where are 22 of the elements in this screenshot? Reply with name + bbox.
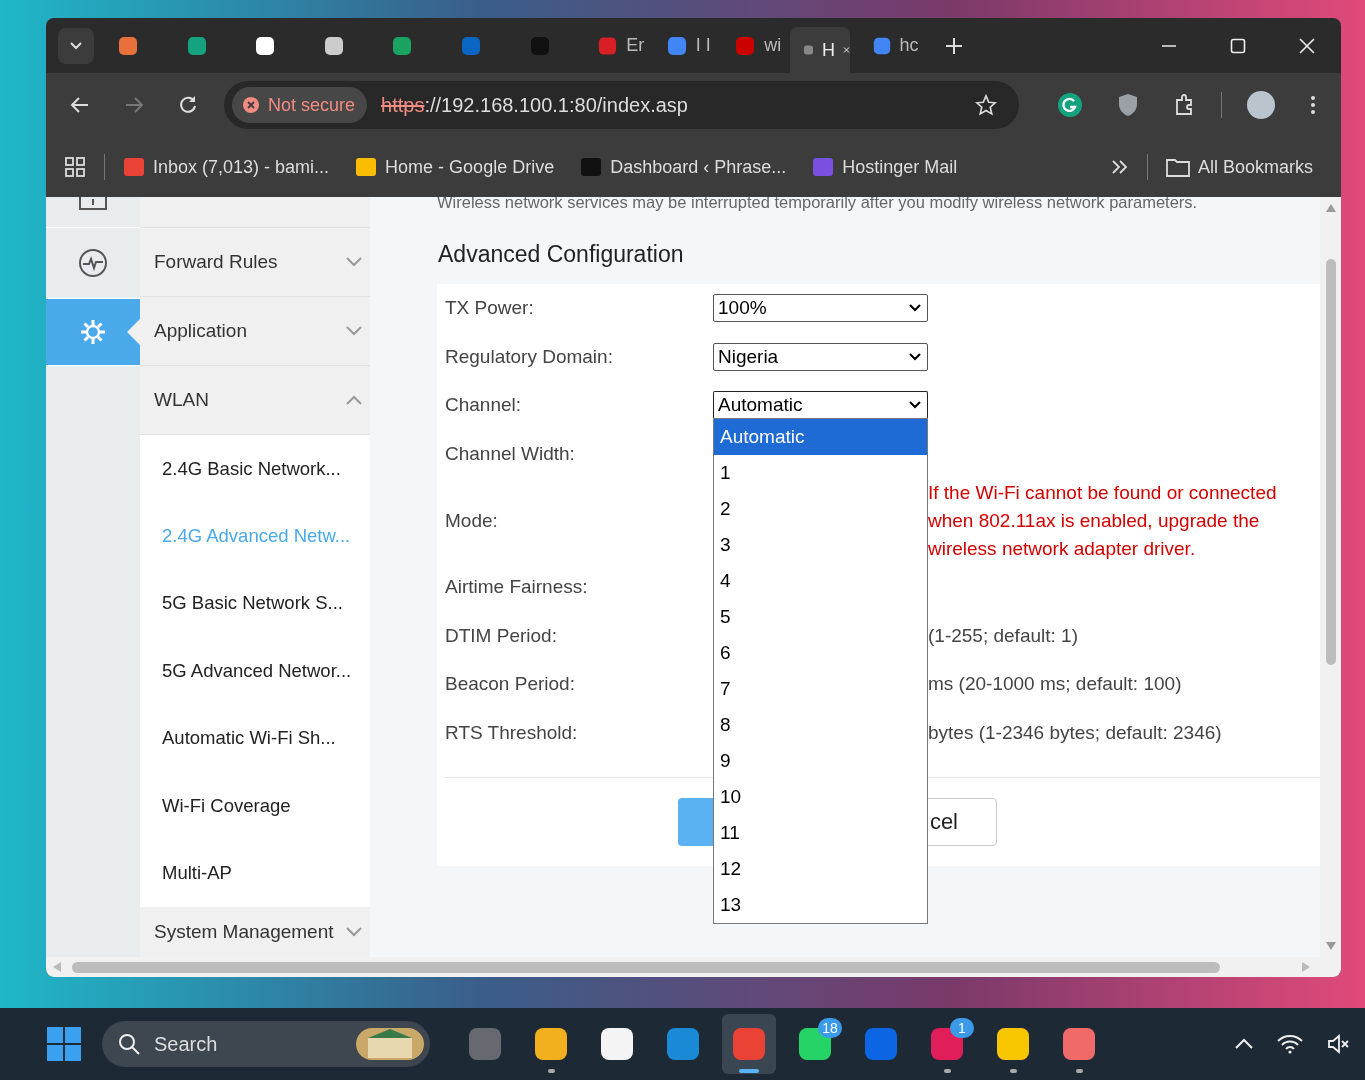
field-label: Airtime Fairness:: [445, 576, 589, 599]
field-label: TX Power:: [445, 297, 535, 320]
tab-title: I I: [695, 35, 711, 56]
field-label: Channel Width:: [445, 442, 576, 465]
field-label: Channel:: [445, 394, 523, 417]
tab-title: hc: [899, 35, 919, 56]
field-label: Regulatory Domain:: [445, 345, 614, 368]
field-label: Beacon Period:: [445, 673, 576, 696]
tab-title: Er: [626, 35, 645, 56]
section-heading: Advanced Configuration: [438, 241, 685, 269]
warning-note: If the Wi-Fi cannot be found or connected when 802.11ax is enabled, upgrade the wireless network adapter driver.: [928, 480, 1278, 561]
field-label: RTS Threshold:: [445, 721, 579, 744]
tab-title: H: [821, 39, 835, 61]
field-label: Mode:: [445, 509, 499, 532]
field-hint: ms (20-1000 ms; default: 100): [928, 673, 1182, 696]
tab-title: wi: [764, 35, 782, 56]
notification-badge: 1: [950, 1018, 974, 1038]
url-text: https://192.168.100.1:80/index.asp: [381, 93, 688, 117]
field-hint: (1-255; default: 1): [928, 624, 1078, 647]
field-label: DTIM Period:: [445, 624, 558, 647]
field-hint: bytes (1-2346 bytes; default: 2346): [928, 721, 1222, 744]
notification-badge: 18: [818, 1018, 842, 1038]
